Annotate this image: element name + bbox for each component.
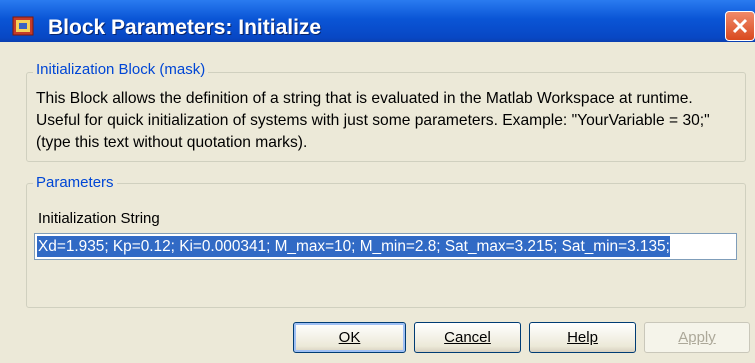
title-bar[interactable]: Block Parameters: Initialize <box>0 0 755 42</box>
description-line-2: Useful for quick initialization of syste… <box>36 112 710 129</box>
dialog-window: Block Parameters: Initialize Initializat… <box>0 0 755 363</box>
help-button-label: Help <box>567 329 598 346</box>
window-title: Block Parameters: Initialize <box>48 16 322 39</box>
parameters-group-label: Parameters <box>33 174 117 191</box>
help-button[interactable]: Help <box>529 322 636 353</box>
mask-description: This Block allows the definition of a st… <box>36 88 736 154</box>
simulink-block-icon <box>12 16 34 36</box>
cancel-button[interactable]: Cancel <box>414 322 521 353</box>
initialization-string-label: Initialization String <box>38 210 160 227</box>
ok-button[interactable]: OK <box>293 322 406 353</box>
close-icon <box>732 18 748 34</box>
mask-group-label: Initialization Block (mask) <box>33 61 209 78</box>
ok-button-label: OK <box>338 329 361 346</box>
description-line-3: (type this text without quotation marks)… <box>36 134 308 151</box>
initialization-string-value: Xd=1.935; Kp=0.12; Ki=0.000341; M_max=10… <box>37 236 670 257</box>
description-line-1: This Block allows the definition of a st… <box>36 90 693 107</box>
close-button[interactable] <box>725 11 755 41</box>
initialization-string-input[interactable]: Xd=1.935; Kp=0.12; Ki=0.000341; M_max=10… <box>34 233 737 260</box>
apply-button-label: Apply <box>678 329 716 346</box>
apply-button: Apply <box>644 322 750 353</box>
cancel-button-label: Cancel <box>444 329 491 346</box>
